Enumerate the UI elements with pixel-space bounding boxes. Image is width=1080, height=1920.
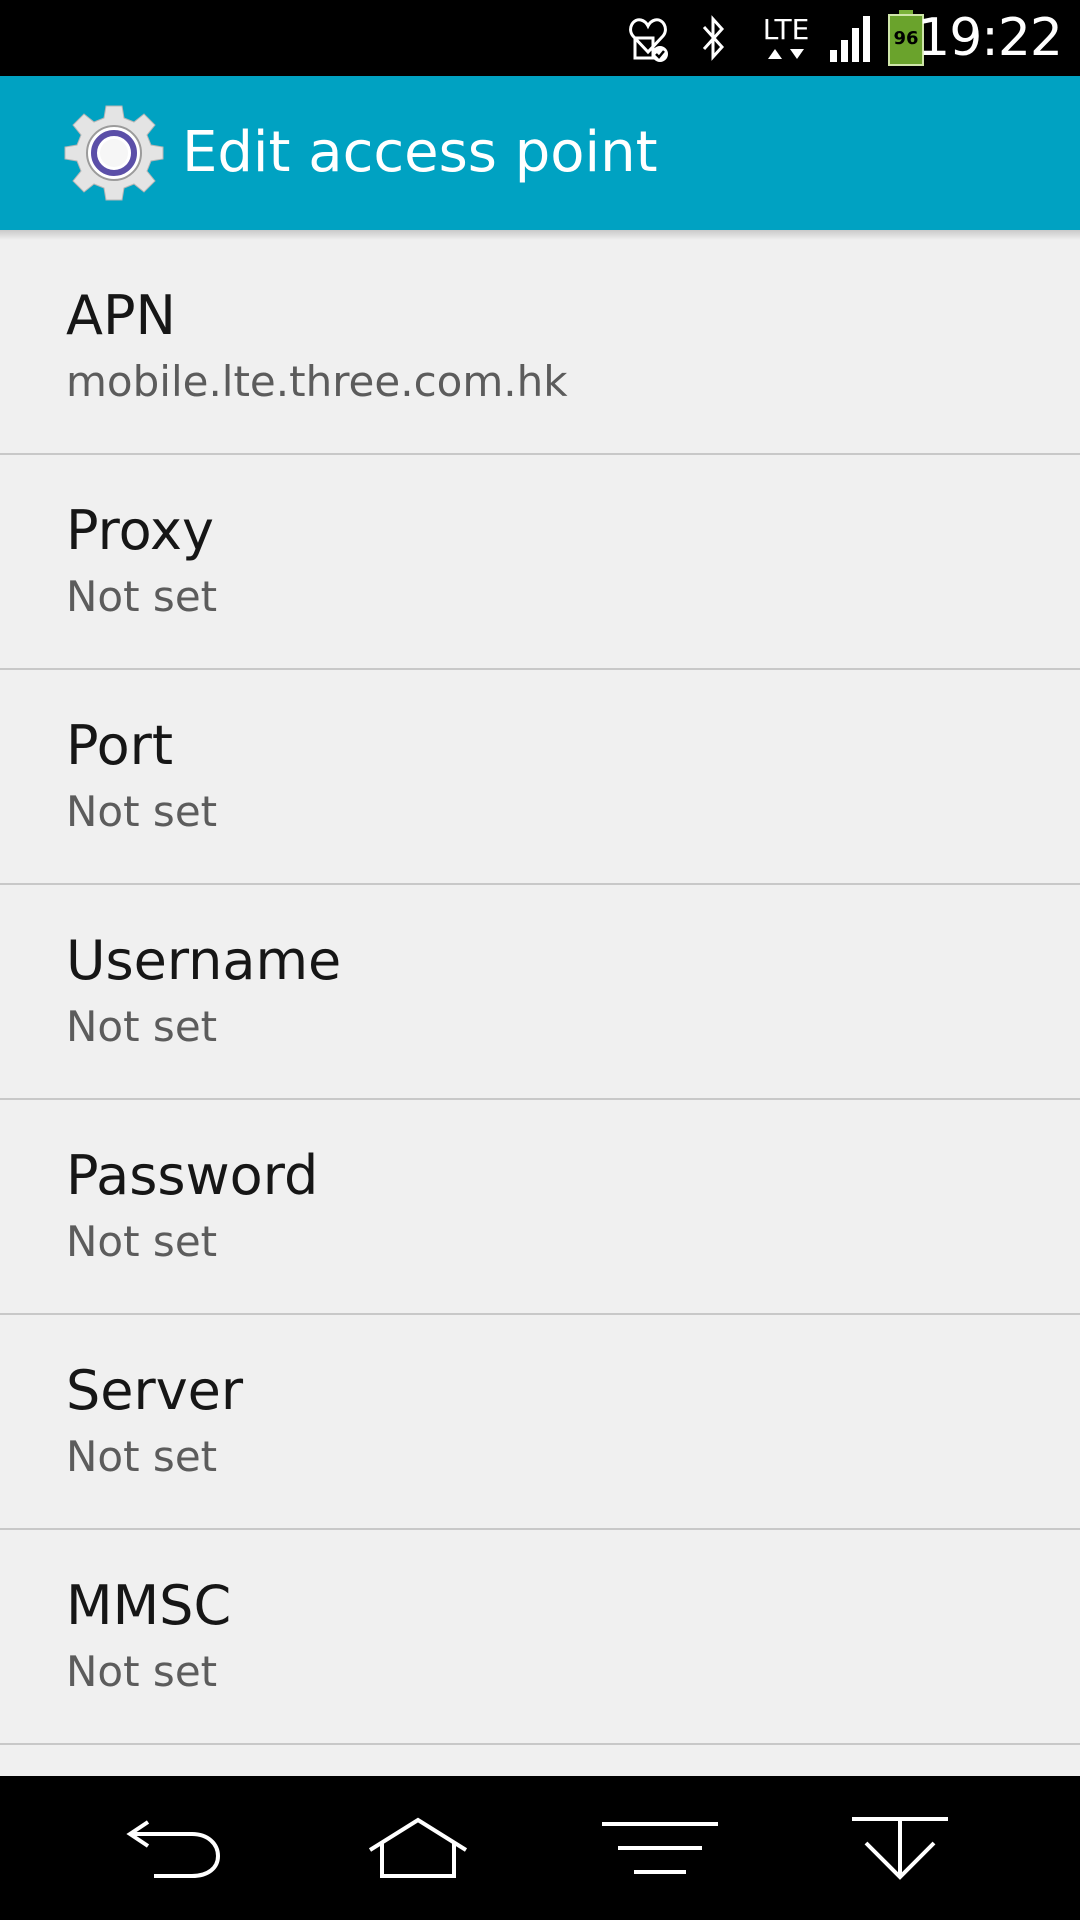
page-title: Edit access point: [182, 120, 658, 185]
setting-value: Not set: [66, 1647, 218, 1696]
setting-mmsc[interactable]: MMSC Not set: [0, 1530, 1080, 1745]
setting-value: Not set: [66, 1002, 218, 1051]
setting-password[interactable]: Password Not set: [0, 1100, 1080, 1315]
bluetooth-icon: [696, 10, 732, 66]
setting-label: Port: [66, 714, 174, 777]
setting-server[interactable]: Server Not set: [0, 1315, 1080, 1530]
setting-value: Not set: [66, 572, 218, 621]
setting-label: Password: [66, 1144, 319, 1207]
action-bar-shadow: [0, 230, 1080, 240]
settings-gear-icon[interactable]: [64, 102, 164, 204]
setting-proxy[interactable]: Proxy Not set: [0, 455, 1080, 670]
home-icon[interactable]: [358, 1796, 478, 1900]
setting-apn[interactable]: APN mobile.lte.three.com.hk: [0, 240, 1080, 455]
action-bar: Edit access point: [0, 76, 1080, 230]
setting-value: mobile.lte.three.com.hk: [66, 357, 568, 406]
setting-label: MMSC: [66, 1574, 232, 1637]
setting-label: APN: [66, 284, 176, 347]
setting-label: Username: [66, 929, 342, 992]
setting-label: Proxy: [66, 499, 214, 562]
setting-port[interactable]: Port Not set: [0, 670, 1080, 885]
signal-icon: [826, 10, 874, 66]
setting-username[interactable]: Username Not set: [0, 885, 1080, 1100]
setting-value: Not set: [66, 1432, 218, 1481]
navigation-bar: [0, 1776, 1080, 1920]
clock: 19:22: [917, 8, 1063, 68]
setting-label: Server: [66, 1359, 244, 1422]
menu-icon[interactable]: [600, 1796, 720, 1900]
hide-keyboard-icon[interactable]: [840, 1796, 960, 1900]
access-point-settings-list: APN mobile.lte.three.com.hk Proxy Not se…: [0, 240, 1080, 1745]
back-icon[interactable]: [114, 1796, 234, 1900]
network-type-label: LTE: [762, 13, 810, 46]
lte-icon: LTE: [756, 10, 816, 66]
setting-value: Not set: [66, 787, 218, 836]
notification-heart-icon: [622, 10, 674, 66]
setting-value: Not set: [66, 1217, 218, 1266]
status-bar: LTE 96 19:22: [0, 0, 1080, 76]
